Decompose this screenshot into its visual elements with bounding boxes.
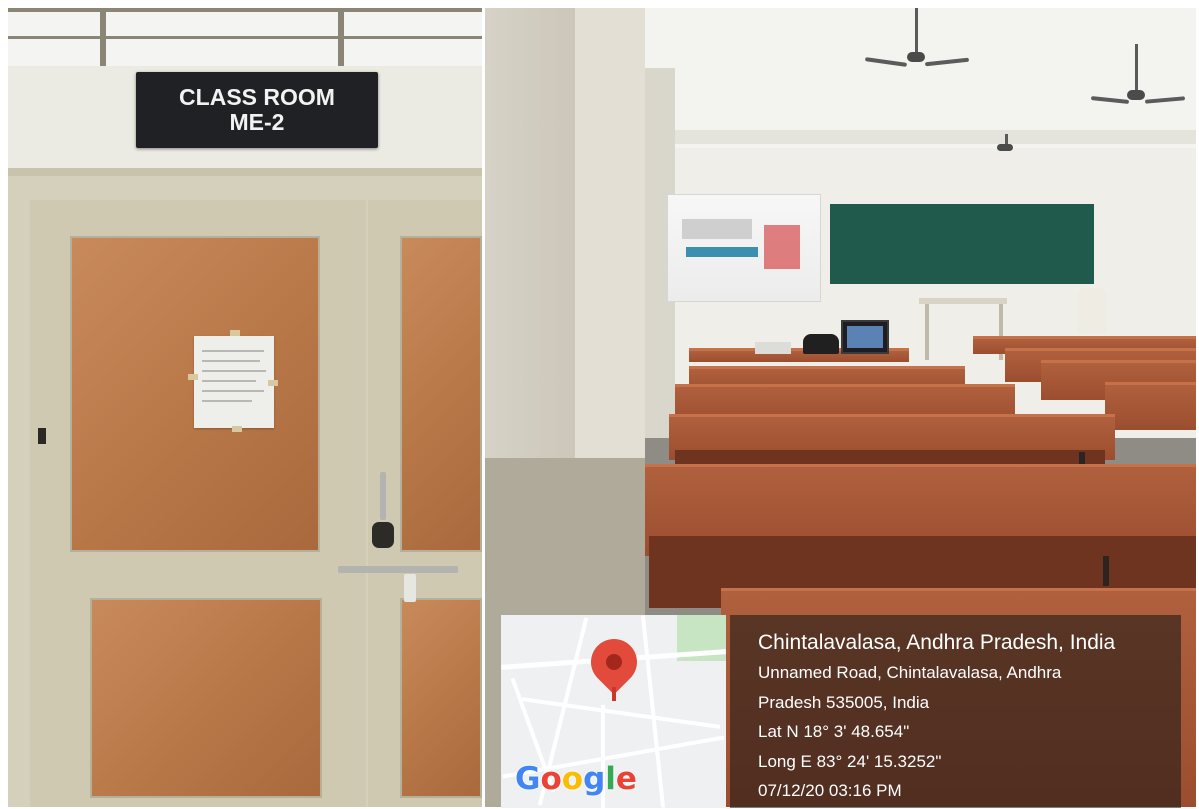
student-desk bbox=[1105, 382, 1196, 430]
laptop bbox=[841, 320, 889, 354]
longitude: Long E 83° 24' 15.3252" bbox=[758, 752, 942, 771]
ceiling-fan bbox=[1127, 90, 1145, 100]
classroom-sign: CLASS ROOM ME-2 bbox=[136, 72, 378, 148]
map-pin-icon bbox=[581, 629, 647, 695]
google-logo: Google bbox=[515, 761, 637, 797]
classroom-door-photo: CLASS ROOM ME-2 bbox=[8, 8, 482, 807]
latitude: Lat N 18° 3' 48.654" bbox=[758, 722, 910, 741]
location-info-panel: Chintalavalasa, Andhra Pradesh, India Un… bbox=[730, 615, 1181, 808]
padlock bbox=[372, 522, 394, 548]
door-panel bbox=[90, 598, 322, 798]
timestamp: 07/12/20 03:16 PM bbox=[758, 781, 902, 800]
notice-paper bbox=[194, 336, 274, 428]
address-line-2: Pradesh 535005, India bbox=[758, 693, 930, 712]
green-chalkboard bbox=[830, 204, 1094, 284]
door-latch bbox=[380, 472, 386, 520]
ceiling-fan bbox=[997, 144, 1013, 151]
window-strip bbox=[8, 8, 482, 68]
bolt-handle bbox=[404, 574, 416, 602]
sign-line-1: CLASS ROOM bbox=[179, 84, 335, 110]
door-bolt bbox=[338, 566, 458, 573]
bag bbox=[803, 334, 839, 354]
teacher-table bbox=[919, 298, 1007, 304]
ceiling-fan bbox=[907, 52, 925, 62]
projector-device bbox=[755, 342, 791, 354]
place-name: Chintalavalasa, Andhra Pradesh, India bbox=[758, 631, 1116, 654]
door-hinge bbox=[38, 428, 46, 444]
address-line-1: Unnamed Road, Chintalavalasa, Andhra bbox=[758, 663, 1062, 682]
ceiling-beam bbox=[585, 130, 1196, 144]
projector-screen bbox=[667, 194, 821, 302]
door-panel bbox=[400, 236, 482, 552]
sign-line-2: ME-2 bbox=[229, 109, 285, 135]
door-panel bbox=[400, 598, 482, 798]
location-map: Google bbox=[501, 615, 726, 808]
plastic-chair bbox=[1077, 288, 1107, 333]
